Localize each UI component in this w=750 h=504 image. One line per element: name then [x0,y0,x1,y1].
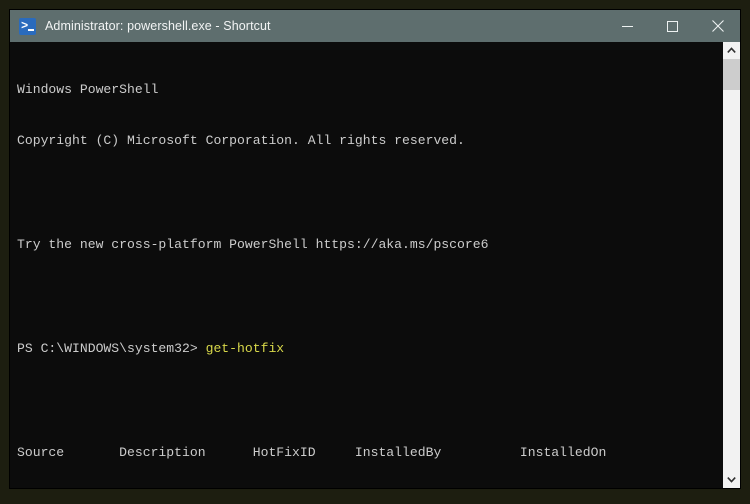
console-output[interactable]: Windows PowerShell Copyright (C) Microso… [10,42,722,488]
command-line: PS C:\WINDOWS\system32> get-hotfix [17,340,722,357]
window-title: Administrator: powershell.exe - Shortcut [45,19,271,33]
vertical-scrollbar[interactable] [722,42,740,488]
maximize-button[interactable] [650,10,695,42]
scrollbar-thumb[interactable] [723,59,740,90]
powershell-icon [19,17,36,35]
window-controls [605,10,740,42]
table-header-row: Source Description HotFixID InstalledBy … [17,444,607,460]
scroll-up-button[interactable] [723,42,740,59]
console-area: Windows PowerShell Copyright (C) Microso… [10,42,740,488]
minimize-button[interactable] [605,10,650,42]
scrollbar-track[interactable] [723,59,740,471]
powershell-window: Administrator: powershell.exe - Shortcut… [10,10,740,488]
close-button[interactable] [695,10,740,42]
banner-line: Windows PowerShell [17,81,159,97]
pscore-notice: Try the new cross-platform PowerShell ht… [17,237,489,253]
banner-line: Copyright (C) Microsoft Corporation. All… [17,133,465,149]
scroll-down-button[interactable] [723,471,740,488]
title-bar[interactable]: Administrator: powershell.exe - Shortcut [10,10,740,42]
prompt: PS C:\WINDOWS\system32> [17,341,198,357]
command-text: get-hotfix [197,341,285,357]
